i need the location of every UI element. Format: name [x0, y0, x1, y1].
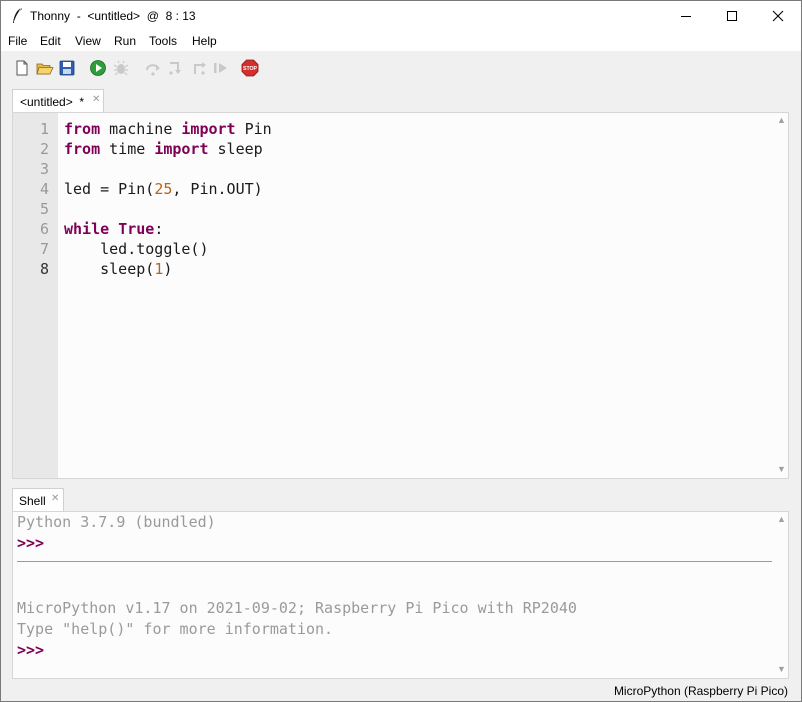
step-out-icon[interactable] — [190, 59, 208, 77]
line-number: 3 — [39, 160, 49, 178]
step-into-icon[interactable] — [167, 59, 185, 77]
shell-panel[interactable]: Python 3.7.9 (bundled) >>> MicroPython v… — [12, 511, 789, 679]
editor-scrollbar[interactable]: ▲ ▼ — [774, 113, 788, 478]
maximize-icon — [727, 11, 737, 21]
editor-tab-untitled[interactable]: <untitled> * ✕ — [12, 89, 104, 112]
shell-banner-micropython: MicroPython v1.17 on 2021-09-02; Raspber… — [17, 599, 577, 617]
shell-tab[interactable]: Shell ✕ — [12, 488, 64, 511]
line-number: 1 — [39, 120, 49, 138]
shell-prompt: >>> — [17, 534, 45, 552]
code-line: led.toggle() — [64, 240, 209, 258]
status-bar: MicroPython (Raspberry Pi Pico) — [1, 681, 801, 701]
menu-view[interactable]: View — [75, 34, 101, 48]
scroll-up-icon[interactable]: ▲ — [777, 115, 786, 125]
stop-icon[interactable]: STOP — [241, 59, 259, 77]
debug-icon[interactable] — [112, 59, 130, 77]
shell-help-hint: Type "help()" for more information. — [17, 620, 334, 638]
code-line: while True: — [64, 220, 164, 238]
resume-icon[interactable] — [212, 59, 230, 77]
code-line: from machine import Pin — [64, 120, 272, 138]
code-text[interactable]: from machine import Pin from time import … — [64, 119, 272, 279]
code-editor[interactable]: 1 2 3 4 5 6 7 8 from machine import Pin f… — [12, 112, 789, 479]
svg-text:STOP: STOP — [243, 66, 258, 72]
menu-tools[interactable]: Tools — [149, 34, 177, 48]
open-folder-icon[interactable] — [36, 59, 54, 77]
line-number-gutter: 1 2 3 4 5 6 7 8 — [13, 113, 58, 478]
menu-edit[interactable]: Edit — [40, 34, 61, 48]
run-icon[interactable] — [89, 59, 107, 77]
scroll-down-icon[interactable]: ▼ — [777, 664, 786, 674]
save-icon[interactable] — [58, 59, 76, 77]
line-number: 7 — [39, 240, 49, 258]
line-number: 5 — [39, 200, 49, 218]
shell-banner-python: Python 3.7.9 (bundled) — [17, 513, 216, 531]
title-bar: Thonny - <untitled> @ 8 : 13 — [1, 1, 801, 31]
close-shell-tab-icon[interactable]: ✕ — [51, 493, 59, 504]
close-button[interactable] — [755, 1, 801, 31]
window-title: Thonny - <untitled> @ 8 : 13 — [30, 9, 196, 23]
shell-separator — [17, 561, 772, 562]
interpreter-status[interactable]: MicroPython (Raspberry Pi Pico) — [614, 684, 788, 698]
maximize-button[interactable] — [709, 1, 755, 31]
new-file-icon[interactable] — [13, 59, 31, 77]
thonny-window: Thonny - <untitled> @ 8 : 13 File Edit V… — [0, 0, 802, 702]
step-over-icon[interactable] — [144, 59, 162, 77]
close-tab-icon[interactable]: ✕ — [92, 94, 100, 105]
line-number: 4 — [39, 180, 49, 198]
minimize-icon — [681, 16, 691, 17]
thonny-feather-icon — [13, 7, 22, 23]
menu-bar: File Edit View Run Tools Help — [1, 31, 801, 51]
editor-tab-label: <untitled> * — [20, 95, 85, 109]
code-line: sleep(1) — [64, 260, 173, 278]
shell-prompt-active[interactable]: >>> — [17, 640, 44, 660]
scroll-up-icon[interactable]: ▲ — [777, 514, 786, 524]
line-number: 2 — [39, 140, 49, 158]
code-line: from time import sleep — [64, 140, 263, 158]
current-line-number: 8 — [39, 260, 49, 278]
line-number: 6 — [39, 220, 49, 238]
close-icon — [772, 10, 784, 22]
shell-scrollbar[interactable]: ▲ ▼ — [774, 512, 788, 678]
scroll-down-icon[interactable]: ▼ — [777, 464, 786, 474]
shell-tab-label: Shell — [19, 494, 46, 508]
minimize-button[interactable] — [663, 1, 709, 31]
menu-help[interactable]: Help — [192, 34, 217, 48]
menu-run[interactable]: Run — [114, 34, 136, 48]
menu-file[interactable]: File — [8, 34, 27, 48]
code-line: led = Pin(25, Pin.OUT) — [64, 180, 263, 198]
